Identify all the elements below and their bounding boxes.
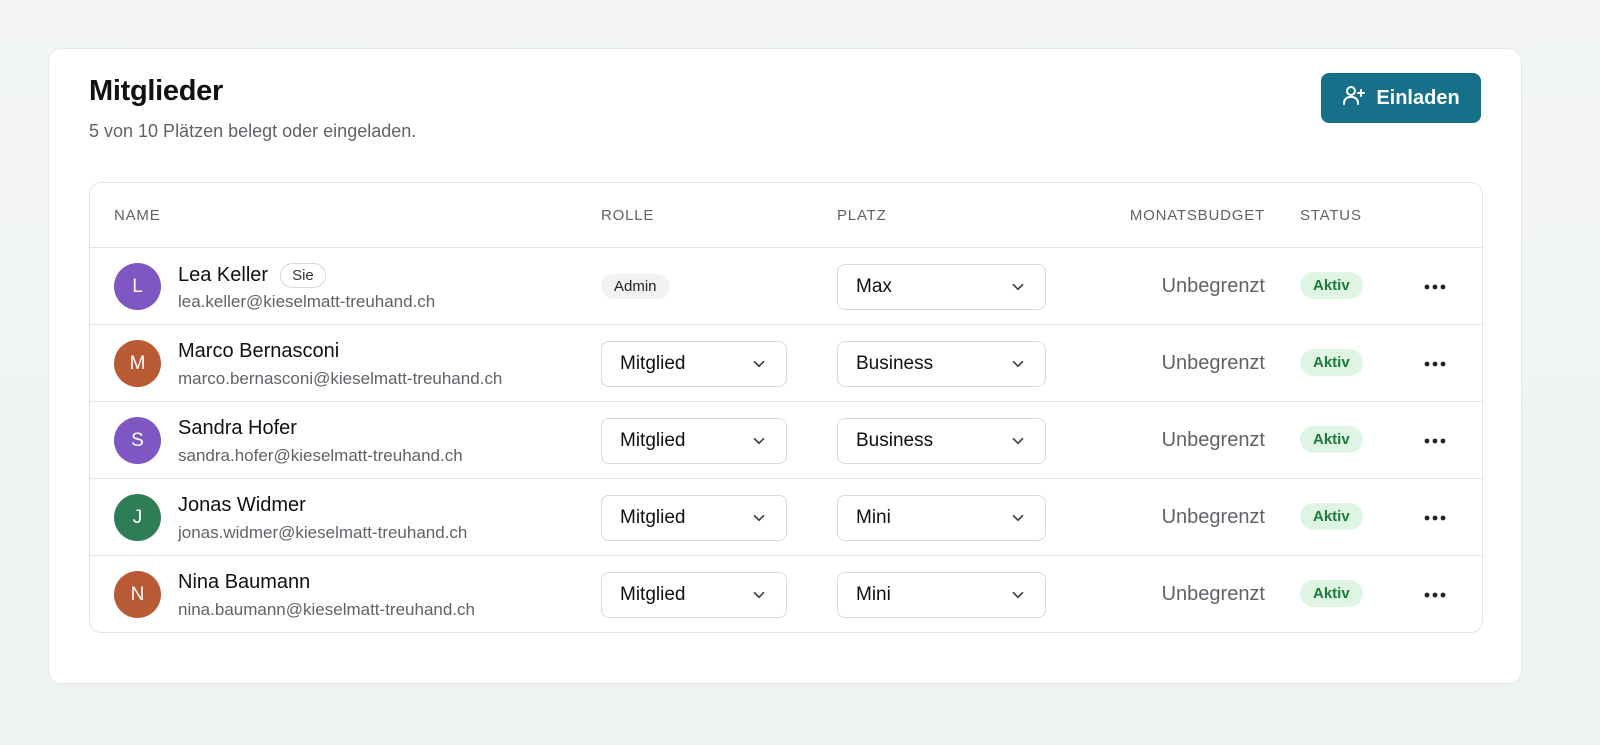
role-select-value: Mitglied <box>620 353 686 374</box>
chevron-down-icon <box>1012 514 1024 522</box>
table-row: S Sandra Hofer sandra.hofer@kieselmatt-t… <box>90 402 1482 479</box>
role-select[interactable]: Mitglied <box>601 572 787 618</box>
invite-button-label: Einladen <box>1376 86 1460 109</box>
members-table: NAME ROLLE PLATZ MONATSBUDGET STATUS L L… <box>89 182 1483 633</box>
role-select[interactable]: Mitglied <box>601 418 787 464</box>
table-header: NAME ROLLE PLATZ MONATSBUDGET STATUS <box>90 183 1482 248</box>
seat-select-value: Business <box>856 430 934 451</box>
member-name: Sandra Hofer <box>178 417 297 439</box>
role-select-value: Mitglied <box>620 507 686 528</box>
member-name: Marco Bernasconi <box>178 340 340 362</box>
member-email: lea.keller@kieselmatt-treuhand.ch <box>178 292 436 311</box>
more-horizontal-icon <box>1424 284 1446 290</box>
seats-summary: 5 von 10 Plätzen belegt oder eingeladen. <box>89 121 417 141</box>
seat-select[interactable]: Business <box>837 418 1046 464</box>
chevron-down-icon <box>1012 360 1024 368</box>
monthly-budget: Unbegrenzt <box>1161 506 1265 528</box>
table-row: J Jonas Widmer jonas.widmer@kieselmatt-t… <box>90 479 1482 556</box>
more-horizontal-icon <box>1424 592 1446 598</box>
invite-button[interactable]: Einladen <box>1321 73 1481 123</box>
table-row: M Marco Bernasconi marco.bernasconi@kies… <box>90 325 1482 402</box>
row-actions-button[interactable] <box>1415 426 1455 456</box>
seat-select[interactable]: Business <box>837 341 1046 387</box>
more-horizontal-icon <box>1424 361 1446 367</box>
avatar: N <box>114 571 161 618</box>
role-select-value: Mitglied <box>620 584 686 605</box>
more-horizontal-icon <box>1424 515 1446 521</box>
monthly-budget: Unbegrenzt <box>1161 275 1265 297</box>
chevron-down-icon <box>753 360 765 368</box>
avatar: J <box>114 494 161 541</box>
member-name: Lea Keller <box>178 264 269 286</box>
avatar: S <box>114 417 161 464</box>
member-email: sandra.hofer@kieselmatt-treuhand.ch <box>178 446 463 465</box>
members-card: Mitglieder 5 von 10 Plätzen belegt oder … <box>48 48 1522 684</box>
chevron-down-icon <box>1012 437 1024 445</box>
chevron-down-icon <box>1012 591 1024 599</box>
seat-select-value: Mini <box>856 584 891 605</box>
role-badge: Admin <box>601 274 670 299</box>
row-actions-button[interactable] <box>1415 349 1455 379</box>
seat-select[interactable]: Max <box>837 264 1046 310</box>
row-actions-button[interactable] <box>1415 580 1455 610</box>
chevron-down-icon <box>753 437 765 445</box>
column-header-status: STATUS <box>1300 207 1362 224</box>
status-badge: Aktiv <box>1300 349 1363 376</box>
member-email: nina.baumann@kieselmatt-treuhand.ch <box>178 600 475 619</box>
chevron-down-icon <box>753 591 765 599</box>
avatar: L <box>114 263 161 310</box>
more-horizontal-icon <box>1424 438 1446 444</box>
chevron-down-icon <box>1012 283 1024 291</box>
column-header-role: ROLLE <box>601 207 655 224</box>
seat-select[interactable]: Mini <box>837 495 1046 541</box>
monthly-budget: Unbegrenzt <box>1161 429 1265 451</box>
seat-select[interactable]: Mini <box>837 572 1046 618</box>
member-name: Jonas Widmer <box>178 494 306 516</box>
page-title: Mitglieder <box>89 75 223 107</box>
role-select[interactable]: Mitglied <box>601 495 787 541</box>
member-email: jonas.widmer@kieselmatt-treuhand.ch <box>178 523 468 542</box>
table-row: L Lea Keller Sie lea.keller@kieselmatt-t… <box>90 248 1482 325</box>
row-actions-button[interactable] <box>1415 272 1455 302</box>
status-badge: Aktiv <box>1300 503 1363 530</box>
table-row: N Nina Baumann nina.baumann@kieselmatt-t… <box>90 556 1482 632</box>
row-actions-button[interactable] <box>1415 503 1455 533</box>
column-header-budget: MONATSBUDGET <box>1129 207 1265 224</box>
column-header-name: NAME <box>114 207 161 224</box>
role-select-value: Mitglied <box>620 430 686 451</box>
avatar: M <box>114 340 161 387</box>
chevron-down-icon <box>753 514 765 522</box>
monthly-budget: Unbegrenzt <box>1161 583 1265 605</box>
column-header-seat: PLATZ <box>837 207 887 224</box>
seat-select-value: Business <box>856 353 934 374</box>
status-badge: Aktiv <box>1300 426 1363 453</box>
monthly-budget: Unbegrenzt <box>1161 352 1265 374</box>
user-plus-icon <box>1342 83 1366 113</box>
seat-select-value: Max <box>856 276 892 297</box>
role-select[interactable]: Mitglied <box>601 341 787 387</box>
status-badge: Aktiv <box>1300 580 1363 607</box>
you-badge: Sie <box>280 263 326 288</box>
status-badge: Aktiv <box>1300 272 1363 299</box>
member-email: marco.bernasconi@kieselmatt-treuhand.ch <box>178 369 503 388</box>
member-name: Nina Baumann <box>178 571 311 593</box>
seat-select-value: Mini <box>856 507 891 528</box>
